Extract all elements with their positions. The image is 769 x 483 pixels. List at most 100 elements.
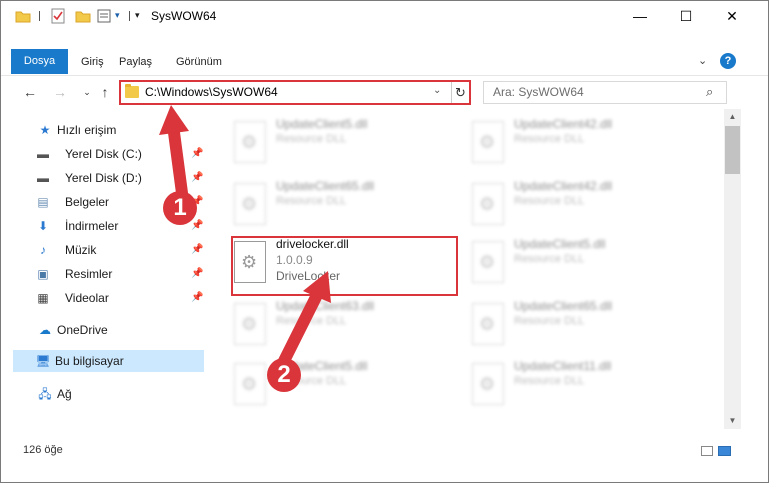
file-name: UpdateClient65.dll <box>276 179 375 193</box>
file-tile[interactable]: UpdateClient65.dll Resource DLL <box>454 295 680 353</box>
sidebar-item-local-disk-d[interactable]: ▬ Yerel Disk (D:) 📌 <box>15 167 205 189</box>
search-input[interactable]: Ara: SysWOW64 ⌕ <box>483 81 727 104</box>
scroll-up-icon[interactable]: ▲ <box>724 109 741 125</box>
details-view-icon[interactable] <box>701 446 713 456</box>
help-icon[interactable]: ? <box>720 53 736 69</box>
sidebar-item-label: Videolar <box>65 291 109 305</box>
file-description: Resource DLL <box>514 315 585 327</box>
tab-file[interactable]: Dosya <box>11 49 68 74</box>
file-name: UpdateClient65.dll <box>514 299 613 313</box>
dll-file-icon <box>472 121 504 163</box>
file-tile[interactable]: UpdateClient42.dll Resource DLL <box>454 113 680 171</box>
search-placeholder: Ara: SysWOW64 <box>493 85 584 99</box>
sidebar-item-label: Hızlı erişim <box>57 123 117 137</box>
vertical-scrollbar[interactable]: ▲ ▼ <box>724 109 741 429</box>
window-title: SysWOW64 <box>151 9 217 23</box>
cloud-icon: ☁ <box>39 323 51 337</box>
title-bar: ▾ ▾ SysWOW64 — ☐ ✕ <box>1 1 768 31</box>
sidebar-item-network[interactable]: 🖧 Ağ <box>15 383 205 405</box>
network-icon: 🖧 <box>38 387 52 401</box>
quick-access-dropdown-icon[interactable]: ▾ <box>115 10 125 26</box>
videos-icon: ▦ <box>37 291 49 305</box>
pin-icon: 📌 <box>191 148 204 159</box>
sidebar-item-quick-access[interactable]: ★ Hızlı erişim <box>15 119 205 141</box>
sidebar-item-label: Belgeler <box>65 195 110 209</box>
maximize-button[interactable]: ☐ <box>663 1 709 31</box>
callout-badge-2: 2 <box>267 358 301 392</box>
dll-file-icon <box>234 363 266 405</box>
item-count: 126 öğe <box>23 444 63 456</box>
tab-share[interactable]: Paylaş <box>119 50 152 74</box>
dll-file-icon <box>234 183 266 225</box>
back-arrow-icon[interactable]: ← <box>21 81 39 103</box>
file-description: Resource DLL <box>514 195 585 207</box>
customize-toolbar-icon[interactable]: ▾ <box>135 10 145 26</box>
file-tile[interactable]: UpdateClient11.dll Resource DLL <box>454 355 680 413</box>
dll-file-icon <box>472 241 504 283</box>
file-tile[interactable]: UpdateClient5.dll Resource DLL <box>216 355 442 413</box>
folder-icon <box>125 84 139 98</box>
minimize-button[interactable]: — <box>617 1 663 31</box>
file-description: Resource DLL <box>276 315 347 327</box>
expand-ribbon-icon[interactable]: ⌄ <box>698 54 707 67</box>
dll-file-icon <box>234 303 266 345</box>
file-tile[interactable]: UpdateClient65.dll Resource DLL <box>216 175 442 233</box>
properties-check-icon[interactable] <box>51 8 65 24</box>
music-icon: ♪ <box>40 243 46 257</box>
sidebar-item-pictures[interactable]: ▣ Resimler 📌 <box>15 263 205 285</box>
folder-icon[interactable] <box>15 8 31 24</box>
pin-icon: 📌 <box>191 220 204 231</box>
file-name: UpdateClient5.dll <box>514 237 606 251</box>
sidebar-item-onedrive[interactable]: ☁ OneDrive <box>15 319 205 341</box>
file-description: Resource DLL <box>276 133 347 145</box>
sidebar-item-local-disk-c[interactable]: ▬ Yerel Disk (C:) 📌 <box>15 143 205 165</box>
tab-home[interactable]: Giriş <box>81 50 104 74</box>
close-button[interactable]: ✕ <box>709 1 755 31</box>
customize-icon[interactable] <box>97 8 111 24</box>
drive-icon: ▬ <box>37 171 49 185</box>
file-name: UpdateClient42.dll <box>514 117 613 131</box>
sidebar-item-this-pc[interactable]: 🖥 Bu bilgisayar <box>13 350 204 372</box>
callout-badge-1: 1 <box>163 191 197 225</box>
status-bar: 126 öğe <box>1 437 768 461</box>
downloads-icon: ⬇ <box>37 219 49 233</box>
tab-view[interactable]: Görünüm <box>176 50 222 74</box>
up-arrow-icon[interactable]: ↑ <box>96 81 114 103</box>
file-explorer-window: ▾ ▾ SysWOW64 — ☐ ✕ Dosya Giriş Paylaş Gö… <box>0 0 769 483</box>
new-folder-icon[interactable] <box>75 8 91 24</box>
sidebar-item-label: Müzik <box>65 243 97 257</box>
file-tile[interactable]: UpdateClient42.dll Resource DLL <box>454 175 680 233</box>
dll-file-icon <box>472 183 504 225</box>
recent-locations-icon[interactable]: ⌄ <box>78 81 96 103</box>
sidebar-item-music[interactable]: ♪ Müzik 📌 <box>15 239 205 261</box>
star-icon: ★ <box>39 123 51 137</box>
file-name: UpdateClient63.dll <box>276 299 375 313</box>
pin-icon: 📌 <box>191 172 204 183</box>
file-description: Resource DLL <box>514 253 585 265</box>
address-path[interactable]: C:\Windows\SysWOW64 <box>145 85 278 99</box>
sidebar-item-label: İndirmeler <box>65 219 119 233</box>
sidebar-item-label: OneDrive <box>57 323 108 337</box>
scrollbar-thumb[interactable] <box>725 126 740 174</box>
file-description: Resource DLL <box>514 133 585 145</box>
toolbar-separator <box>129 11 130 21</box>
search-icon[interactable]: ⌕ <box>706 84 713 100</box>
address-bar[interactable]: C:\Windows\SysWOW64 ⌄ ↻ <box>119 80 471 105</box>
file-name: UpdateClient5.dll <box>276 117 368 131</box>
forward-arrow-icon[interactable]: → <box>51 81 69 103</box>
file-tile[interactable]: UpdateClient63.dll Resource DLL <box>216 295 442 353</box>
computer-icon: 🖥 <box>35 354 51 368</box>
documents-icon: ▤ <box>37 195 49 209</box>
pictures-icon: ▣ <box>37 267 49 281</box>
file-name: UpdateClient42.dll <box>514 179 613 193</box>
pin-icon: 📌 <box>191 244 204 255</box>
large-icons-view-icon[interactable] <box>718 446 731 456</box>
file-tile[interactable]: UpdateClient5.dll Resource DLL <box>454 233 680 291</box>
refresh-icon[interactable]: ↻ <box>451 82 469 103</box>
dll-file-icon <box>472 303 504 345</box>
scroll-down-icon[interactable]: ▼ <box>724 413 741 429</box>
file-tile[interactable]: UpdateClient5.dll Resource DLL <box>216 113 442 171</box>
address-dropdown-icon[interactable]: ⌄ <box>433 85 441 96</box>
dll-file-icon <box>472 363 504 405</box>
sidebar-item-videos[interactable]: ▦ Videolar 📌 <box>15 287 205 309</box>
